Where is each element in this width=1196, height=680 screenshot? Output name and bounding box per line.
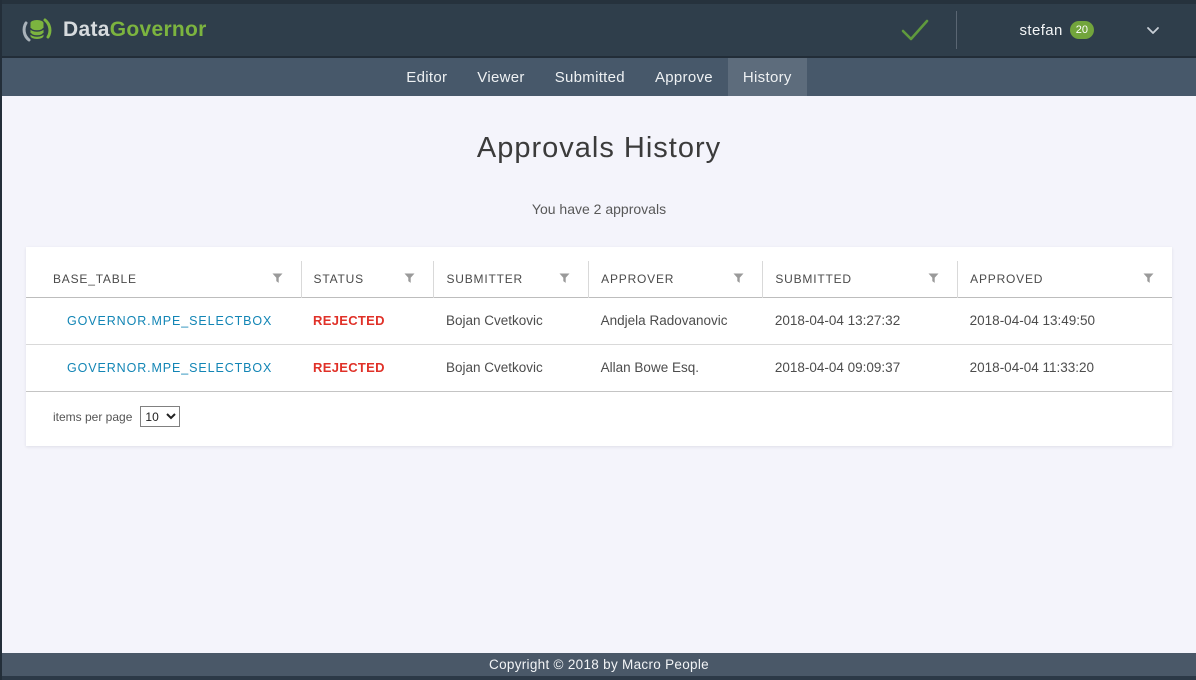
approver-cell: Andjela Radovanovic: [589, 297, 763, 344]
chevron-down-icon[interactable]: [1146, 26, 1160, 35]
approvals-table: BASE_TABLE STATUS SUBMITTER APPROVER: [26, 261, 1172, 392]
page-subtitle: You have 2 approvals: [2, 201, 1196, 217]
table-row: GOVERNOR.MPE_SELECTBOX REJECTED Bojan Cv…: [26, 344, 1172, 391]
checkmark-icon[interactable]: [898, 13, 932, 47]
approvals-table-card: BASE_TABLE STATUS SUBMITTER APPROVER: [26, 247, 1172, 446]
base-table-link[interactable]: GOVERNOR.MPE_SELECTBOX: [67, 314, 272, 328]
status-badge: REJECTED: [313, 360, 385, 375]
user-menu[interactable]: stefan 20: [1019, 21, 1160, 39]
column-label: APPROVER: [601, 272, 674, 286]
tab-submitted[interactable]: Submitted: [540, 58, 640, 96]
table-row: GOVERNOR.MPE_SELECTBOX REJECTED Bojan Cv…: [26, 297, 1172, 344]
table-header-row: BASE_TABLE STATUS SUBMITTER APPROVER: [26, 261, 1172, 297]
column-header-approved: APPROVED: [958, 261, 1172, 297]
column-header-submitted: SUBMITTED: [763, 261, 958, 297]
approver-cell: Allan Bowe Esq.: [589, 344, 763, 391]
brand-logo-group[interactable]: DataGovernor: [20, 13, 207, 47]
column-header-submitter: SUBMITTER: [434, 261, 589, 297]
copyright-text: Copyright © 2018 by Macro People: [489, 657, 709, 672]
tab-history[interactable]: History: [728, 58, 807, 96]
main-nav: Editor Viewer Submitted Approve History: [2, 58, 1196, 96]
tab-approve[interactable]: Approve: [640, 58, 728, 96]
approved-cell: 2018-04-04 13:49:50: [958, 297, 1172, 344]
app-header: DataGovernor stefan 20: [2, 4, 1196, 58]
column-header-status: STATUS: [301, 261, 434, 297]
filter-icon[interactable]: [559, 273, 570, 284]
column-label: SUBMITTER: [446, 272, 523, 286]
column-label: STATUS: [314, 272, 364, 286]
column-header-approver: APPROVER: [589, 261, 763, 297]
approved-cell: 2018-04-04 11:33:20: [958, 344, 1172, 391]
column-header-base-table: BASE_TABLE: [26, 261, 301, 297]
brand-name-secondary: Governor: [110, 18, 207, 41]
tab-editor[interactable]: Editor: [391, 58, 462, 96]
main-content: Approvals History You have 2 approvals B…: [2, 132, 1196, 446]
app-footer: Copyright © 2018 by Macro People: [2, 653, 1196, 680]
base-table-link[interactable]: GOVERNOR.MPE_SELECTBOX: [67, 361, 272, 375]
filter-icon[interactable]: [404, 273, 415, 284]
datagovernor-logo-icon: [20, 13, 54, 47]
brand-name: DataGovernor: [63, 18, 207, 42]
page-title: Approvals History: [2, 132, 1196, 165]
submitted-cell: 2018-04-04 13:27:32: [763, 297, 958, 344]
filter-icon[interactable]: [928, 273, 939, 284]
header-divider: [956, 11, 957, 49]
username-label: stefan: [1019, 22, 1062, 39]
pagination-bar: items per page 10: [26, 392, 1172, 430]
user-badge: 20: [1070, 21, 1094, 39]
header-right-group: stefan 20: [898, 11, 1160, 49]
status-badge: REJECTED: [313, 313, 385, 328]
column-label: SUBMITTED: [775, 272, 852, 286]
filter-icon[interactable]: [272, 273, 283, 284]
column-label: APPROVED: [970, 272, 1043, 286]
brand-name-primary: Data: [63, 18, 110, 41]
filter-icon[interactable]: [1143, 273, 1154, 284]
submitted-cell: 2018-04-04 09:09:37: [763, 344, 958, 391]
items-per-page-label: items per page: [53, 410, 132, 424]
filter-icon[interactable]: [733, 273, 744, 284]
column-label: BASE_TABLE: [53, 272, 137, 286]
submitter-cell: Bojan Cvetkovic: [434, 344, 589, 391]
items-per-page-select[interactable]: 10: [140, 406, 180, 427]
submitter-cell: Bojan Cvetkovic: [434, 297, 589, 344]
tab-viewer[interactable]: Viewer: [462, 58, 539, 96]
